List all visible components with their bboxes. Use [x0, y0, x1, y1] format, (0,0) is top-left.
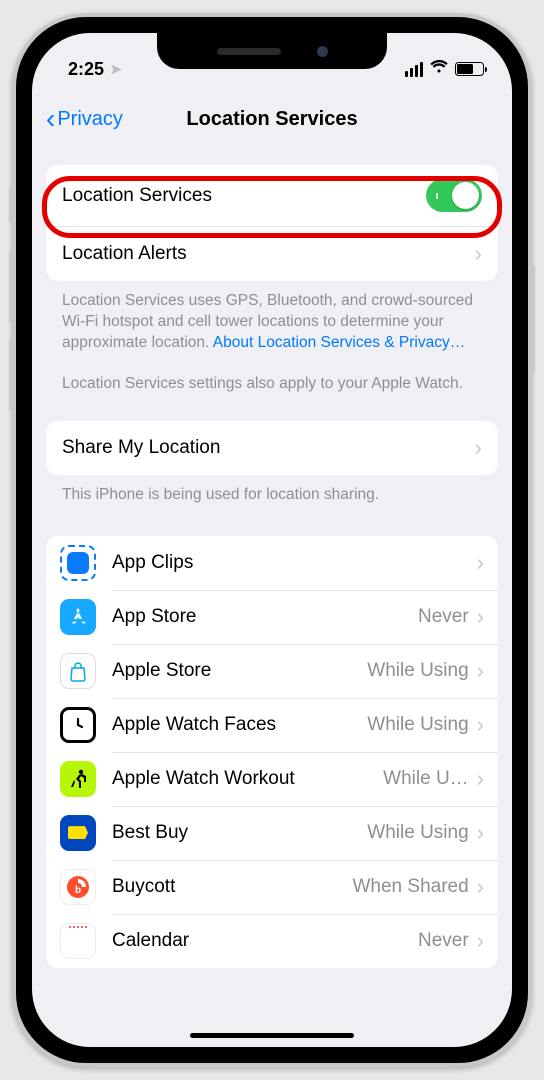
app-row[interactable]: Best BuyWhile Using ›: [46, 806, 498, 860]
share-my-location-row[interactable]: Share My Location ›: [46, 421, 498, 475]
app-row[interactable]: Apple StoreWhile Using ›: [46, 644, 498, 698]
chevron-right-icon: ›: [477, 928, 484, 954]
wifi-icon: [429, 59, 449, 79]
app-name-label: Apple Store: [112, 660, 367, 682]
app-permission-value: While Using: [367, 822, 468, 844]
location-arrow-icon: ➤: [110, 61, 122, 78]
about-location-privacy-link[interactable]: About Location Services & Privacy…: [213, 334, 465, 351]
app-row[interactable]: b BuycottWhen Shared ›: [46, 860, 498, 914]
chevron-right-icon: ›: [475, 435, 482, 461]
app-name-label: Calendar: [112, 930, 418, 952]
location-alerts-label: Location Alerts: [62, 243, 475, 265]
chevron-right-icon: ›: [477, 712, 484, 738]
back-label: Privacy: [57, 108, 123, 131]
group-share: Share My Location ›: [46, 421, 498, 475]
buycott-icon: b: [60, 869, 96, 905]
app-clips-icon: [60, 545, 96, 581]
battery-icon: [455, 62, 484, 76]
chevron-left-icon: ‹: [46, 105, 55, 133]
scroll-area[interactable]: Location Services Location Alerts › Loca…: [32, 147, 512, 1047]
location-description: Location Services uses GPS, Bluetooth, a…: [46, 281, 498, 354]
location-alerts-row[interactable]: Location Alerts ›: [46, 226, 498, 281]
home-indicator[interactable]: [190, 1033, 354, 1038]
chevron-right-icon: ›: [477, 550, 484, 576]
phone-frame: 2:25 ➤ ‹ Privacy Location Services: [12, 13, 532, 1067]
notch: [157, 33, 387, 69]
app-permission-value: Never: [418, 606, 469, 628]
share-my-location-label: Share My Location: [62, 437, 475, 459]
back-button[interactable]: ‹ Privacy: [46, 105, 123, 133]
app-store-icon: [60, 599, 96, 635]
app-row[interactable]: Apple Watch FacesWhile Using ›: [46, 698, 498, 752]
chevron-right-icon: ›: [475, 241, 482, 267]
chevron-right-icon: ›: [477, 604, 484, 630]
app-permission-value: Never: [418, 930, 469, 952]
speaker: [217, 48, 281, 55]
app-name-label: Apple Watch Workout: [112, 768, 383, 790]
app-permission-value: While U…: [383, 768, 469, 790]
app-row[interactable]: Apple Watch WorkoutWhile U… ›: [46, 752, 498, 806]
volume-up-button: [9, 251, 15, 323]
watch-faces-icon: [60, 707, 96, 743]
svg-text:b: b: [75, 885, 81, 896]
share-location-footer: This iPhone is being used for location s…: [46, 475, 498, 506]
apple-store-icon: [60, 653, 96, 689]
location-services-toggle-row[interactable]: Location Services: [46, 165, 498, 226]
volume-down-button: [9, 339, 15, 411]
app-name-label: App Store: [112, 606, 418, 628]
app-row[interactable]: App Clips›: [46, 536, 498, 590]
chevron-right-icon: ›: [477, 658, 484, 684]
app-name-label: Apple Watch Faces: [112, 714, 367, 736]
app-name-label: Buycott: [112, 876, 352, 898]
app-row[interactable]: App StoreNever ›: [46, 590, 498, 644]
app-row[interactable]: CalendarNever ›: [46, 914, 498, 968]
nav-header: ‹ Privacy Location Services: [32, 91, 512, 147]
app-name-label: App Clips: [112, 552, 477, 574]
calendar-icon: [60, 923, 96, 959]
chevron-right-icon: ›: [477, 874, 484, 900]
watch-workout-icon: [60, 761, 96, 797]
app-permission-value: While Using: [367, 660, 468, 682]
group-apps: App Clips›App StoreNever›Apple StoreWhil…: [46, 536, 498, 968]
page-title: Location Services: [186, 108, 357, 131]
location-services-label: Location Services: [62, 185, 426, 207]
app-permission-value: While Using: [367, 714, 468, 736]
screen: 2:25 ➤ ‹ Privacy Location Services: [32, 33, 512, 1047]
power-button: [529, 265, 535, 373]
mute-switch: [9, 187, 15, 223]
app-permission-value: When Shared: [352, 876, 468, 898]
location-services-toggle[interactable]: [426, 179, 482, 212]
group-location: Location Services Location Alerts ›: [46, 165, 498, 281]
status-time: 2:25: [68, 59, 104, 80]
cell-signal-icon: [405, 62, 424, 77]
chevron-right-icon: ›: [477, 766, 484, 792]
best-buy-icon: [60, 815, 96, 851]
front-camera: [317, 46, 328, 57]
chevron-right-icon: ›: [477, 820, 484, 846]
location-watch-note: Location Services settings also apply to…: [46, 354, 498, 395]
app-name-label: Best Buy: [112, 822, 367, 844]
